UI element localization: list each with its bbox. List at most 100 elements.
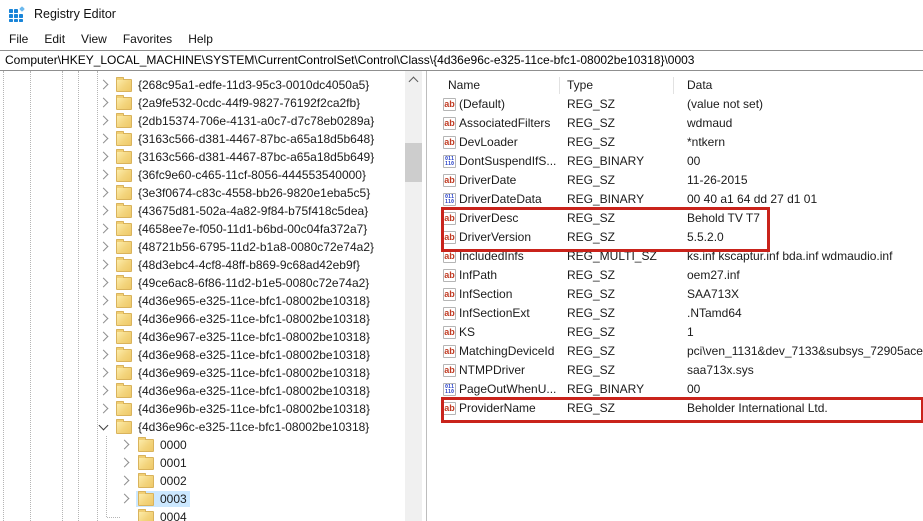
tree-label-wrap[interactable]: {4658ee7e-f050-11d1-b6bd-00c04fa372a7} <box>114 221 370 237</box>
chevron-right-icon[interactable] <box>99 152 109 162</box>
registry-value-row[interactable]: ab(Default)REG_SZ(value not set) <box>432 95 923 114</box>
column-header-type[interactable]: Type <box>567 76 593 95</box>
chevron-right-icon[interactable] <box>120 440 130 450</box>
chevron-right-icon[interactable] <box>99 296 109 306</box>
menu-favorites[interactable]: Favorites <box>115 30 180 48</box>
tree-item-4d36e966-e325-11ce-bfc1-08002be10318[interactable]: {4d36e966-e325-11ce-bfc1-08002be10318} <box>0 310 405 328</box>
tree-item-3e3f0674-c83c-4558-bb26-9820e1eba5c5[interactable]: {3e3f0674-c83c-4558-bb26-9820e1eba5c5} <box>0 184 405 202</box>
menu-help[interactable]: Help <box>180 30 221 48</box>
tree-item-268c95a1-edfe-11d3-95c3-0010dc4050a5[interactable]: {268c95a1-edfe-11d3-95c3-0010dc4050a5} <box>0 76 405 94</box>
menu-file[interactable]: File <box>1 30 36 48</box>
chevron-right-icon[interactable] <box>99 206 109 216</box>
tree-label-wrap[interactable]: {3e3f0674-c83c-4558-bb26-9820e1eba5c5} <box>114 185 373 201</box>
scrollbar-thumb[interactable] <box>405 143 422 182</box>
chevron-right-icon[interactable] <box>99 80 109 90</box>
tree-item-4d36e96b-e325-11ce-bfc1-08002be10318[interactable]: {4d36e96b-e325-11ce-bfc1-08002be10318} <box>0 400 405 418</box>
tree-label-wrap[interactable]: {3163c566-d381-4467-87bc-a65a18d5b648} <box>114 131 377 147</box>
tree-vertical-scrollbar[interactable] <box>405 71 422 521</box>
chevron-right-icon[interactable] <box>99 386 109 396</box>
tree-label-wrap[interactable]: {36fc9e60-c465-11cf-8056-444553540000} <box>114 167 369 183</box>
tree-item-0002[interactable]: 0002 <box>0 472 405 490</box>
chevron-right-icon[interactable] <box>99 134 109 144</box>
tree-item-2a9fe532-0cdc-44f9-9827-76192f2ca2fb[interactable]: {2a9fe532-0cdc-44f9-9827-76192f2ca2fb} <box>0 94 405 112</box>
tree-item-4d36e967-e325-11ce-bfc1-08002be10318[interactable]: {4d36e967-e325-11ce-bfc1-08002be10318} <box>0 328 405 346</box>
tree-item-36fc9e60-c465-11cf-8056-444553540000[interactable]: {36fc9e60-c465-11cf-8056-444553540000} <box>0 166 405 184</box>
chevron-right-icon[interactable] <box>99 278 109 288</box>
tree-label-wrap[interactable]: {48721b56-6795-11d2-b1a8-0080c72e74a2} <box>114 239 377 255</box>
chevron-right-icon[interactable] <box>99 314 109 324</box>
chevron-right-icon[interactable] <box>99 98 109 108</box>
tree-item-0000[interactable]: 0000 <box>0 436 405 454</box>
chevron-right-icon[interactable] <box>99 116 109 126</box>
column-header-name[interactable]: Name <box>448 76 480 95</box>
chevron-right-icon[interactable] <box>99 332 109 342</box>
registry-value-row[interactable]: 011110DontSuspendIfS...REG_BINARY00 <box>432 152 923 171</box>
tree-label-wrap[interactable]: {2a9fe532-0cdc-44f9-9827-76192f2ca2fb} <box>114 95 363 111</box>
column-separator[interactable] <box>559 77 560 94</box>
tree-label-wrap[interactable]: {4d36e96a-e325-11ce-bfc1-08002be10318} <box>114 383 373 399</box>
tree-item-4d36e965-e325-11ce-bfc1-08002be10318[interactable]: {4d36e965-e325-11ce-bfc1-08002be10318} <box>0 292 405 310</box>
tree-item-3163c566-d381-4467-87bc-a65a18d5b648[interactable]: {3163c566-d381-4467-87bc-a65a18d5b648} <box>0 130 405 148</box>
tree-label-wrap[interactable]: 0001 <box>136 455 190 471</box>
registry-value-row[interactable]: abInfSectionREG_SZSAA713X <box>432 285 923 304</box>
registry-value-row[interactable]: abAssociatedFiltersREG_SZwdmaud <box>432 114 923 133</box>
tree-item-3163c566-d381-4467-87bc-a65a18d5b649[interactable]: {3163c566-d381-4467-87bc-a65a18d5b649} <box>0 148 405 166</box>
tree-label-wrap[interactable]: 0000 <box>136 437 190 453</box>
tree-item-0003[interactable]: 0003 <box>0 490 405 508</box>
tree-item-4d36e969-e325-11ce-bfc1-08002be10318[interactable]: {4d36e969-e325-11ce-bfc1-08002be10318} <box>0 364 405 382</box>
chevron-right-icon[interactable] <box>99 260 109 270</box>
tree-label-wrap[interactable]: 0003 <box>136 491 190 507</box>
registry-value-row[interactable]: abNTMPDriverREG_SZsaa713x.sys <box>432 361 923 380</box>
tree-item-4d36e968-e325-11ce-bfc1-08002be10318[interactable]: {4d36e968-e325-11ce-bfc1-08002be10318} <box>0 346 405 364</box>
tree-label-wrap[interactable]: 0004 <box>136 509 190 521</box>
tree-item-48d3ebc4-4cf8-48ff-b869-9c68ad42eb9f[interactable]: {48d3ebc4-4cf8-48ff-b869-9c68ad42eb9f} <box>0 256 405 274</box>
chevron-right-icon[interactable] <box>99 404 109 414</box>
tree-label-wrap[interactable]: {43675d81-502a-4a82-9f84-b75f418c5dea} <box>114 203 371 219</box>
chevron-down-icon[interactable] <box>99 421 109 431</box>
tree-label-wrap[interactable]: {48d3ebc4-4cf8-48ff-b869-9c68ad42eb9f} <box>114 257 363 273</box>
chevron-right-icon[interactable] <box>99 368 109 378</box>
tree-item-0001[interactable]: 0001 <box>0 454 405 472</box>
chevron-right-icon[interactable] <box>120 494 130 504</box>
chevron-right-icon[interactable] <box>120 476 130 486</box>
tree-item-4d36e96c-e325-11ce-bfc1-08002be10318[interactable]: {4d36e96c-e325-11ce-bfc1-08002be10318} <box>0 418 405 436</box>
tree-label-wrap[interactable]: {4d36e966-e325-11ce-bfc1-08002be10318} <box>114 311 373 327</box>
tree-label-wrap[interactable]: {4d36e96b-e325-11ce-bfc1-08002be10318} <box>114 401 373 417</box>
address-bar[interactable]: Computer\HKEY_LOCAL_MACHINE\SYSTEM\Curre… <box>0 50 923 71</box>
tree-item-43675d81-502a-4a82-9f84-b75f418c5dea[interactable]: {43675d81-502a-4a82-9f84-b75f418c5dea} <box>0 202 405 220</box>
chevron-right-icon[interactable] <box>99 350 109 360</box>
chevron-right-icon[interactable] <box>99 188 109 198</box>
registry-value-row[interactable]: abInfSectionExtREG_SZ.NTamd64 <box>432 304 923 323</box>
column-header-data[interactable]: Data <box>687 76 712 95</box>
chevron-right-icon[interactable] <box>99 170 109 180</box>
chevron-right-icon[interactable] <box>99 242 109 252</box>
tree-item-4d36e96a-e325-11ce-bfc1-08002be10318[interactable]: {4d36e96a-e325-11ce-bfc1-08002be10318} <box>0 382 405 400</box>
tree-item-4658ee7e-f050-11d1-b6bd-00c04fa372a7[interactable]: {4658ee7e-f050-11d1-b6bd-00c04fa372a7} <box>0 220 405 238</box>
tree-label-wrap[interactable]: {268c95a1-edfe-11d3-95c3-0010dc4050a5} <box>114 77 372 93</box>
tree-label-wrap[interactable]: {4d36e967-e325-11ce-bfc1-08002be10318} <box>114 329 373 345</box>
tree-label-wrap[interactable]: {2db15374-706e-4131-a0c7-d7c78eb0289a} <box>114 113 377 129</box>
tree-item-48721b56-6795-11d2-b1a8-0080c72e74a2[interactable]: {48721b56-6795-11d2-b1a8-0080c72e74a2} <box>0 238 405 256</box>
registry-value-row[interactable]: abInfPathREG_SZoem27.inf <box>432 266 923 285</box>
menu-edit[interactable]: Edit <box>36 30 73 48</box>
scroll-up-icon[interactable] <box>409 77 419 87</box>
menu-view[interactable]: View <box>73 30 115 48</box>
tree-label-wrap[interactable]: 0002 <box>136 473 190 489</box>
tree-label-wrap[interactable]: {4d36e965-e325-11ce-bfc1-08002be10318} <box>114 293 373 309</box>
registry-value-row[interactable]: abKSREG_SZ1 <box>432 323 923 342</box>
tree-item-0004[interactable]: 0004 <box>0 508 405 521</box>
registry-value-row[interactable]: abDevLoaderREG_SZ*ntkern <box>432 133 923 152</box>
tree-item-49ce6ac8-6f86-11d2-b1e5-0080c72e74a2[interactable]: {49ce6ac8-6f86-11d2-b1e5-0080c72e74a2} <box>0 274 405 292</box>
tree-label-wrap[interactable]: {4d36e969-e325-11ce-bfc1-08002be10318} <box>114 365 373 381</box>
column-separator[interactable] <box>673 77 674 94</box>
chevron-right-icon[interactable] <box>99 224 109 234</box>
tree-label-wrap[interactable]: {4d36e968-e325-11ce-bfc1-08002be10318} <box>114 347 373 363</box>
tree-label-wrap[interactable]: {3163c566-d381-4467-87bc-a65a18d5b649} <box>114 149 377 165</box>
registry-value-row[interactable]: abMatchingDeviceIdREG_SZpci\ven_1131&dev… <box>432 342 923 361</box>
tree-label-wrap[interactable]: {49ce6ac8-6f86-11d2-b1e5-0080c72e74a2} <box>114 275 372 291</box>
tree-label-wrap[interactable]: {4d36e96c-e325-11ce-bfc1-08002be10318} <box>114 419 372 435</box>
registry-value-row[interactable]: abDriverDateREG_SZ11-26-2015 <box>432 171 923 190</box>
tree-item-2db15374-706e-4131-a0c7-d7c78eb0289a[interactable]: {2db15374-706e-4131-a0c7-d7c78eb0289a} <box>0 112 405 130</box>
pane-splitter[interactable] <box>426 71 427 521</box>
chevron-right-icon[interactable] <box>120 458 130 468</box>
